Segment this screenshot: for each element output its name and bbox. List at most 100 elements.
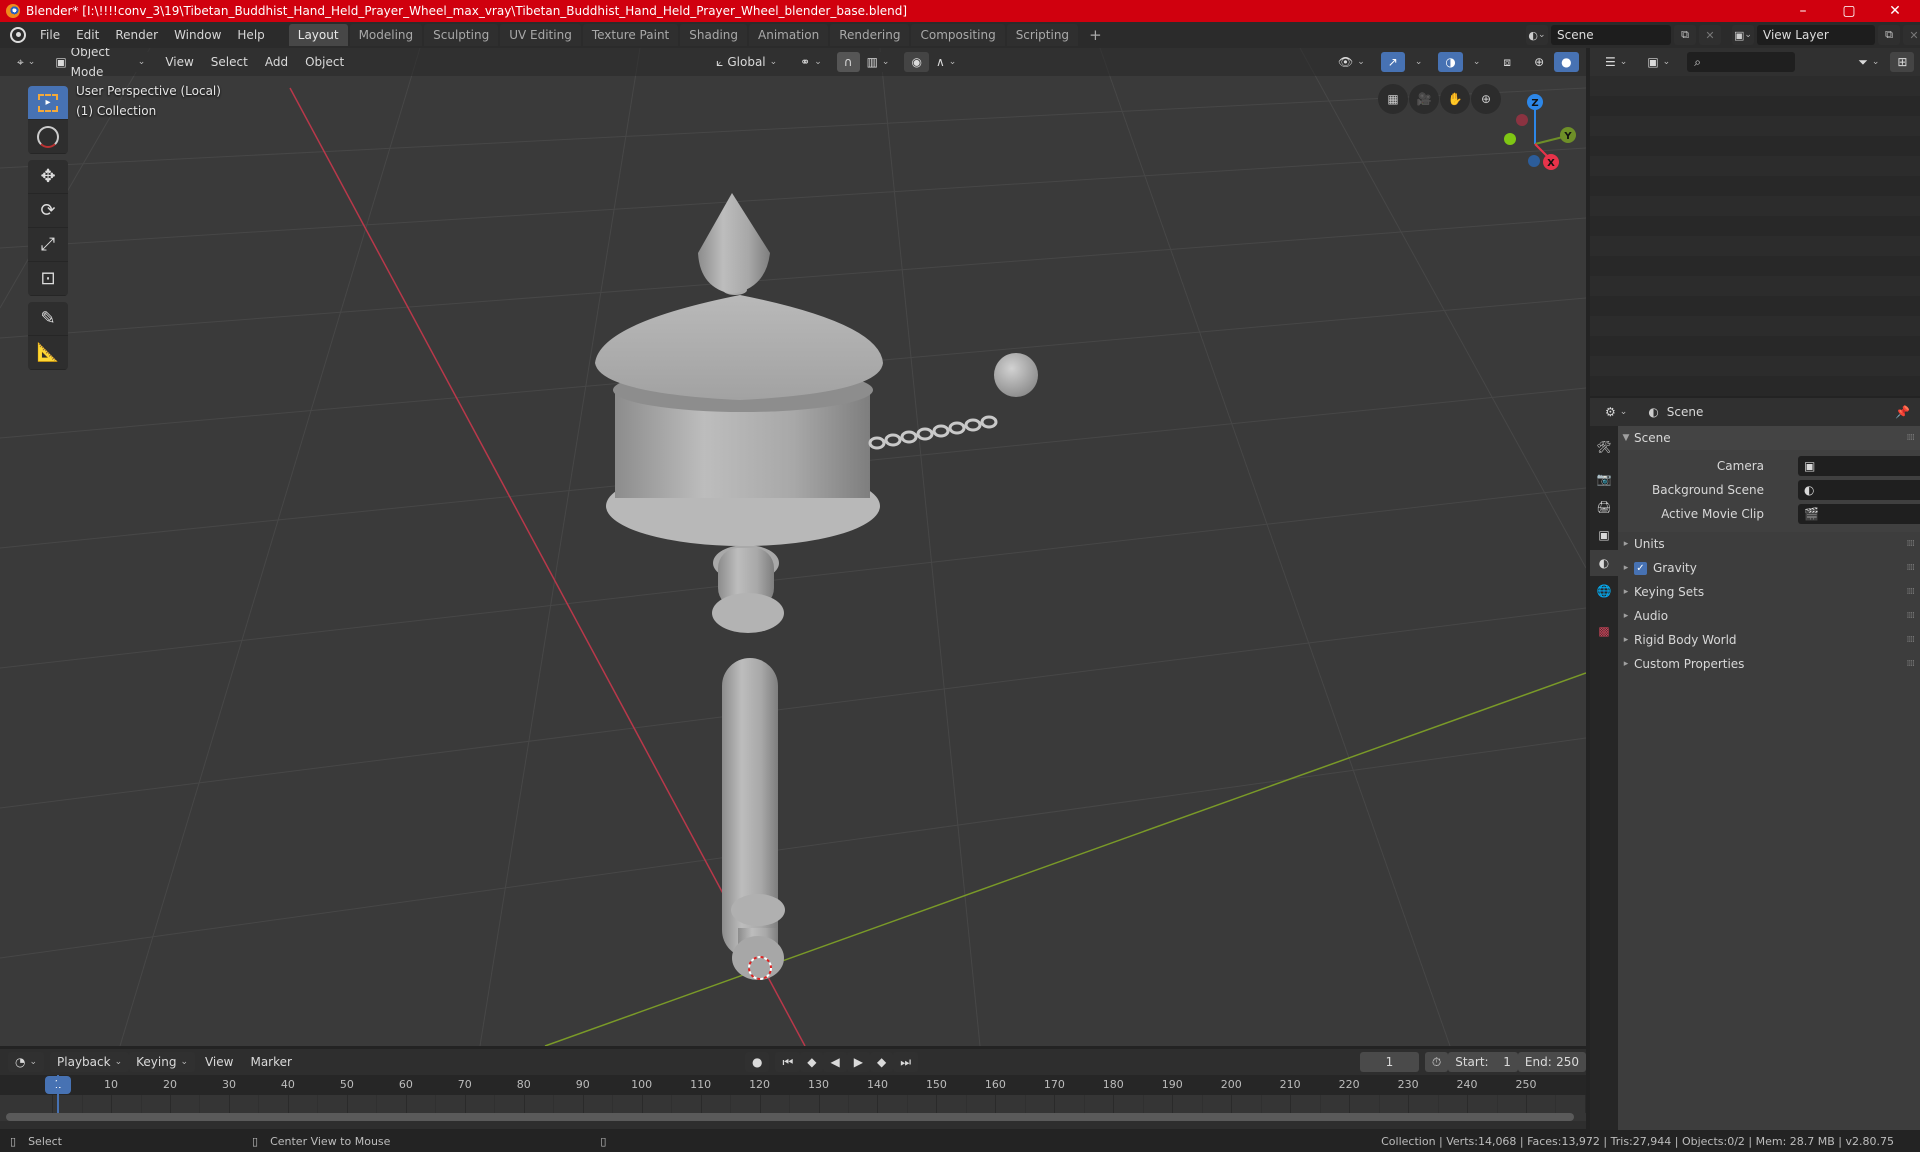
- toggle-grid-button[interactable]: ▦: [1378, 84, 1408, 114]
- current-frame-field[interactable]: 1: [1360, 1052, 1419, 1072]
- scene-selector-icon[interactable]: ◐ ⌄: [1526, 25, 1548, 45]
- tab-shading[interactable]: Shading: [680, 24, 747, 46]
- view-layer-selector-icon[interactable]: ▣ ⌄: [1732, 25, 1754, 45]
- tab-sculpting[interactable]: Sculpting: [424, 24, 499, 46]
- menu-view[interactable]: View: [158, 52, 201, 72]
- tab-texture[interactable]: ▩: [1590, 618, 1618, 644]
- use-preview-range-button[interactable]: ⏱: [1424, 1052, 1449, 1072]
- drag-grip-icon[interactable]: ⁞⁞⁞⁞: [1907, 563, 1916, 573]
- pan-view-button[interactable]: ✋: [1440, 84, 1470, 114]
- new-scene-icon[interactable]: ⧉: [1674, 25, 1696, 45]
- shading-solid[interactable]: ●: [1554, 52, 1579, 72]
- transform-orientation-select[interactable]: ⟀ Global ⌄: [709, 52, 786, 72]
- menu-timeline-view[interactable]: View: [198, 1052, 240, 1072]
- tab-compositing[interactable]: Compositing: [911, 24, 1005, 46]
- menu-file[interactable]: File: [32, 24, 68, 46]
- xray-toggle[interactable]: ⧈: [1496, 52, 1519, 72]
- tool-rotate[interactable]: ⟳: [28, 194, 68, 228]
- frame-end-field[interactable]: End: 250: [1517, 1052, 1587, 1072]
- menu-window[interactable]: Window: [166, 24, 229, 46]
- editor-type-button[interactable]: ⌖ ⌄: [10, 52, 43, 72]
- menu-add[interactable]: Add: [257, 52, 296, 72]
- drag-grip-icon[interactable]: ⁞⁞⁞⁞: [1907, 659, 1916, 669]
- gravity-panel[interactable]: ▸ ✓ Gravity ⁞⁞⁞⁞: [1618, 556, 1920, 580]
- play-reverse-button[interactable]: ◀: [823, 1052, 847, 1072]
- menu-keying[interactable]: Keying ⌄: [129, 1052, 195, 1072]
- menu-object[interactable]: Object: [298, 52, 352, 72]
- menu-playback[interactable]: Playback ⌄: [50, 1052, 130, 1072]
- gravity-checkbox[interactable]: ✓: [1634, 561, 1647, 575]
- blender-menu-icon[interactable]: [10, 27, 26, 43]
- falloff-button[interactable]: ∧ ⌄: [928, 52, 964, 72]
- tool-measure[interactable]: 📐: [28, 336, 68, 370]
- new-collection-button[interactable]: ⊞: [1890, 52, 1915, 72]
- tab-layout[interactable]: Layout: [288, 24, 348, 46]
- playhead-line[interactable]: [57, 1075, 59, 1115]
- rigid-body-world-panel[interactable]: ▸ Rigid Body World ⁞⁞⁞⁞: [1618, 628, 1920, 652]
- gizmo-toggle[interactable]: ↗: [1380, 52, 1405, 72]
- maximize-button[interactable]: ▢: [1826, 0, 1872, 22]
- pivot-point-button[interactable]: ⚭ ⌄: [793, 52, 829, 72]
- tab-rendering[interactable]: Rendering: [830, 24, 910, 46]
- shading-material[interactable]: ◕: [1581, 52, 1586, 72]
- timeline-editor-type[interactable]: ◔ ⌄: [8, 1052, 45, 1072]
- camera-field[interactable]: ▣✒: [1798, 456, 1920, 476]
- snap-target-button[interactable]: ▥ ⌄: [859, 52, 897, 72]
- visibility-button[interactable]: 👁 ⌄: [1331, 52, 1372, 72]
- add-workspace-button[interactable]: +: [1080, 24, 1111, 46]
- tab-modeling[interactable]: Modeling: [349, 24, 423, 46]
- tab-texture-paint[interactable]: Texture Paint: [582, 24, 679, 46]
- properties-editor-type[interactable]: ⚙ ⌄: [1598, 402, 1635, 422]
- drag-grip-icon[interactable]: ⁞⁞⁞⁞: [1907, 635, 1916, 645]
- tool-move[interactable]: ✥: [28, 160, 68, 194]
- 3d-viewport[interactable]: ⌖ ⌄ ▣ Object Mode ⌄ View Select Add Object…: [0, 48, 1586, 1046]
- tab-output[interactable]: 🖨: [1590, 494, 1618, 520]
- shading-wireframe[interactable]: ⊕: [1527, 52, 1552, 72]
- delete-view-layer-icon[interactable]: ✕: [1903, 25, 1920, 45]
- scene-panel-header[interactable]: ▼ Scene ⁞⁞⁞⁞: [1618, 426, 1920, 450]
- tab-view-layer[interactable]: ▣: [1590, 522, 1618, 548]
- tab-scripting[interactable]: Scripting: [1006, 24, 1079, 46]
- close-button[interactable]: ✕: [1872, 0, 1918, 22]
- gizmo-dropdown[interactable]: ⌄: [1407, 52, 1430, 72]
- drag-grip-icon[interactable]: ⁞⁞⁞⁞: [1907, 539, 1916, 549]
- timeline-track-area[interactable]: [0, 1075, 1586, 1121]
- jump-start-button[interactable]: ⏮: [775, 1052, 801, 1072]
- new-view-layer-icon[interactable]: ⧉: [1878, 25, 1900, 45]
- tool-scale[interactable]: ⤢: [28, 228, 68, 262]
- jump-end-button[interactable]: ⏭: [893, 1052, 918, 1072]
- tool-cursor[interactable]: [28, 120, 68, 154]
- menu-render[interactable]: Render: [107, 24, 166, 46]
- tab-render[interactable]: 📷: [1590, 466, 1618, 492]
- overlays-dropdown[interactable]: ⌄: [1465, 52, 1488, 72]
- delete-scene-icon[interactable]: ✕: [1699, 25, 1721, 45]
- custom-properties-panel[interactable]: ▸ Custom Properties ⁞⁞⁞⁞: [1618, 652, 1920, 676]
- auto-keying-button[interactable]: ●: [744, 1052, 770, 1072]
- menu-edit[interactable]: Edit: [68, 24, 107, 46]
- active-movie-clip-field[interactable]: 🎬: [1798, 504, 1920, 524]
- next-keyframe-button[interactable]: ◆: [869, 1052, 894, 1072]
- view-layer-field[interactable]: View Layer: [1757, 25, 1875, 45]
- navigation-gizmo[interactable]: Z Y X: [1494, 86, 1584, 176]
- tab-scene[interactable]: ◐: [1590, 550, 1618, 576]
- display-mode-button[interactable]: ▣ ⌄: [1640, 52, 1678, 72]
- tab-tool[interactable]: 🛠: [1590, 434, 1618, 460]
- tool-transform[interactable]: ⊡: [28, 262, 68, 296]
- tool-select-box[interactable]: ▸: [28, 86, 68, 120]
- audio-panel[interactable]: ▸ Audio ⁞⁞⁞⁞: [1618, 604, 1920, 628]
- tab-uv-editing[interactable]: UV Editing: [500, 24, 581, 46]
- drag-grip-icon[interactable]: ⁞⁞⁞⁞: [1907, 433, 1916, 443]
- scene-field[interactable]: Scene: [1551, 25, 1671, 45]
- background-scene-field[interactable]: ◐: [1798, 480, 1920, 500]
- tab-world[interactable]: 🌐: [1590, 578, 1618, 604]
- outliner-search-input[interactable]: ⌕: [1687, 52, 1796, 72]
- proportional-edit-toggle[interactable]: ◉: [904, 52, 929, 72]
- filter-button[interactable]: ⏷ ⌄: [1851, 52, 1887, 72]
- tab-animation[interactable]: Animation: [749, 24, 829, 46]
- keying-sets-panel[interactable]: ▸ Keying Sets ⁞⁞⁞⁞: [1618, 580, 1920, 604]
- timeline-scrollbar[interactable]: [6, 1113, 1574, 1121]
- timeline-ruler[interactable]: 10 20 30 40 50 60 70 80 90 100 110 120 130 140 150 160 1…: [0, 1075, 1586, 1095]
- outliner-editor-type[interactable]: ☰ ⌄: [1598, 52, 1635, 72]
- pin-icon[interactable]: 📌: [1895, 405, 1910, 419]
- drag-grip-icon[interactable]: ⁞⁞⁞⁞: [1907, 611, 1916, 621]
